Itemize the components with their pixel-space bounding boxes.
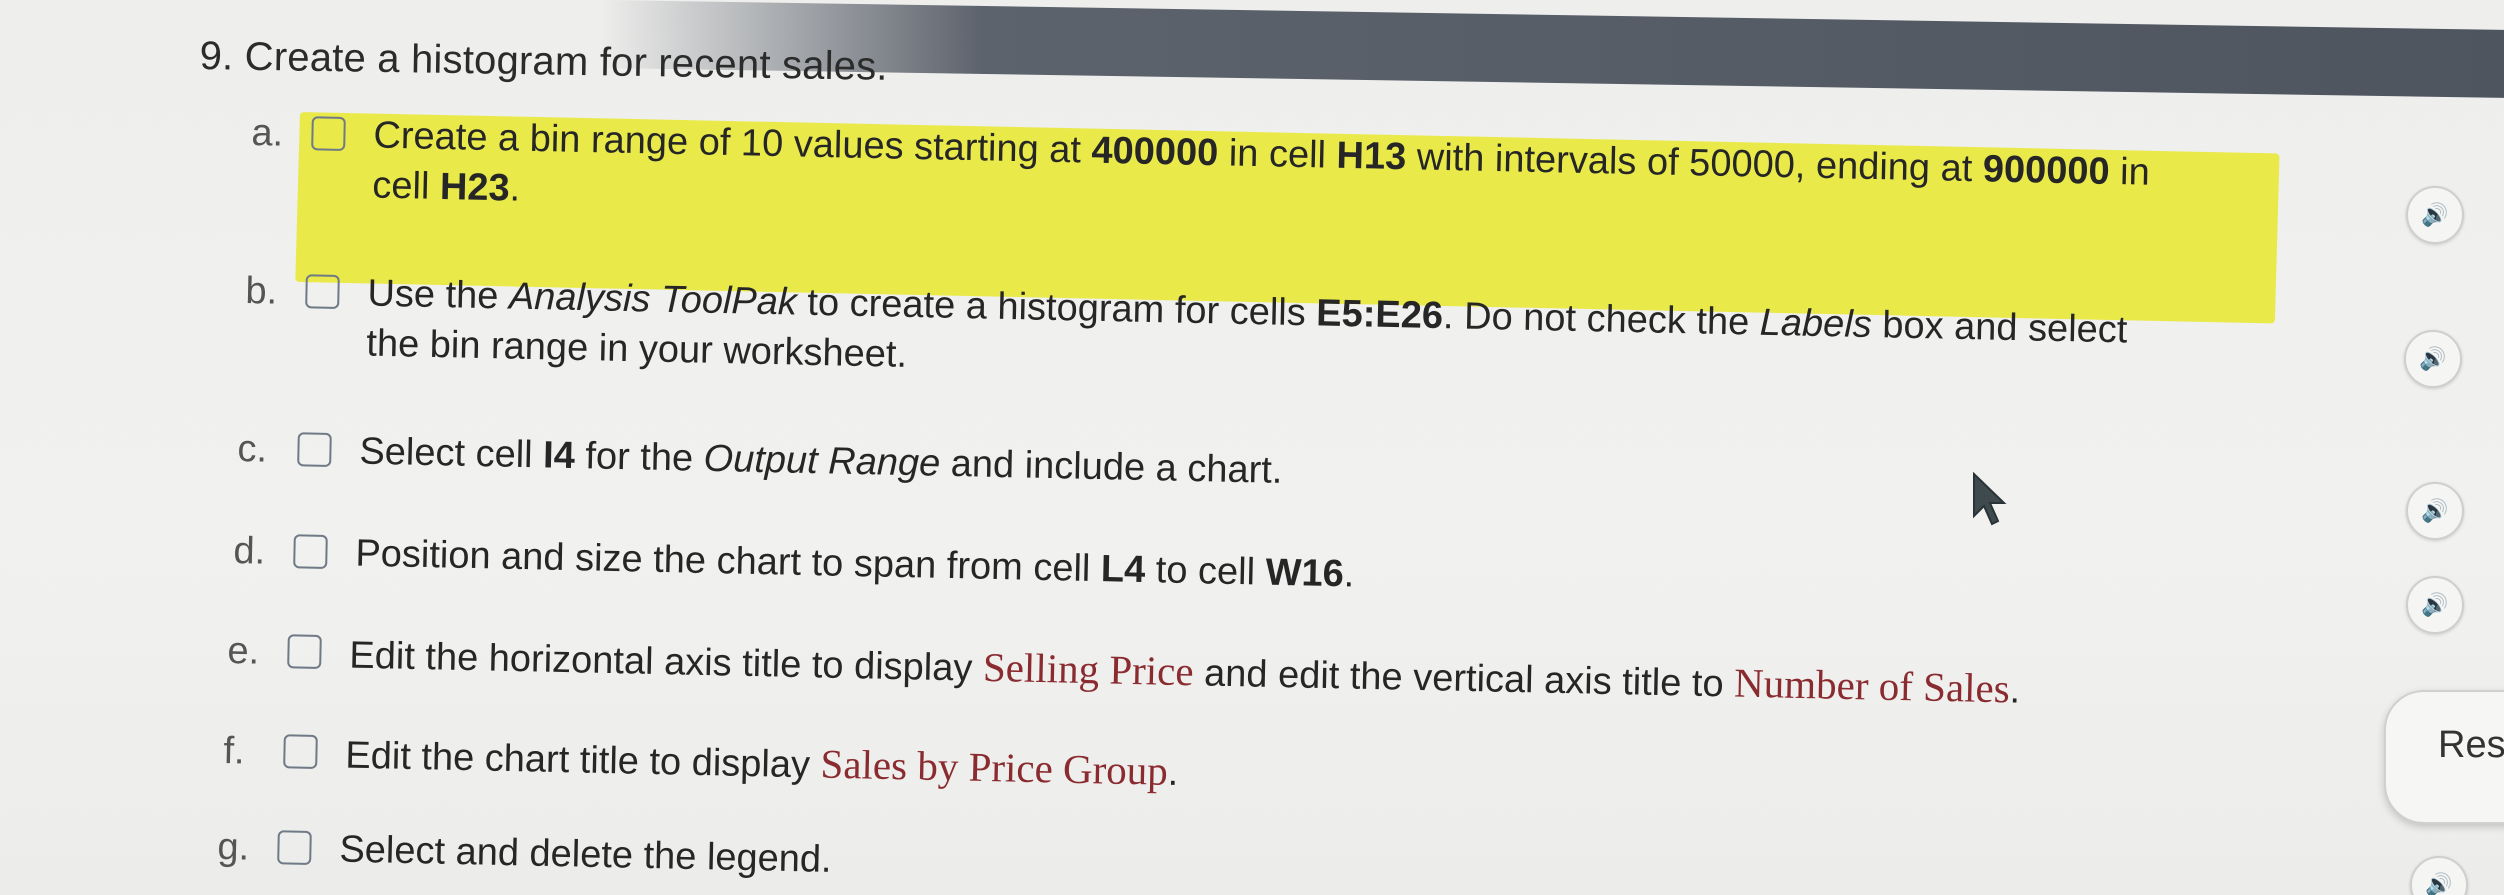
step-letter: g. [217, 825, 250, 869]
step-text-segment: . [1343, 553, 1355, 596]
step-checkbox[interactable] [287, 634, 322, 669]
step-text: Edit the chart title to display Sales by… [345, 729, 1179, 798]
step-checkbox[interactable] [283, 734, 318, 769]
audio-button[interactable]: 🔊 [2404, 330, 2462, 388]
step-text-segment: to create a histogram for cells [796, 281, 1317, 335]
resources-button-label: Res [2438, 724, 2504, 766]
step-text-segment: Position and size the chart to span from… [355, 532, 1102, 591]
bold-reference: 900000 [1982, 148, 2111, 193]
step-text-segment: in cell [1217, 132, 1337, 177]
bold-reference: I4 [542, 434, 576, 478]
step-checkbox[interactable] [277, 830, 312, 865]
bold-reference: 400000 [1091, 129, 1219, 175]
step-text-segment: with intervals of 50000, ending at [1405, 136, 1984, 191]
bold-reference: H13 [1336, 134, 1407, 179]
step-letter: b. [245, 269, 278, 313]
step-text-segment: the bin range in your worksheet. [365, 322, 908, 376]
typed-value: Number of Sales [1733, 659, 2011, 712]
speaker-icon: 🔊 [2421, 498, 2449, 523]
step-text-segment: . [2009, 669, 2021, 712]
italic-term: Labels [1759, 301, 1873, 347]
italic-term: Output Range [703, 437, 941, 485]
speaker-icon: 🔊 [2421, 592, 2449, 617]
step-letter: d. [233, 529, 266, 573]
speaker-icon: 🔊 [2421, 202, 2449, 227]
bold-reference: E5:E26 [1315, 292, 1444, 338]
screen: 9. Create a histogram for recent sales. … [0, 0, 2504, 895]
step-text: Position and size the chart to span from… [355, 529, 1355, 600]
step-checkbox[interactable] [311, 116, 346, 151]
question-title: 9. Create a histogram for recent sales. [199, 34, 888, 90]
step-text: Edit the horizontal axis title to displa… [349, 629, 2021, 716]
speaker-icon: 🔊 [2425, 872, 2453, 895]
step-text-segment: . Do not check the [1442, 295, 1761, 344]
typed-value: Sales by Price Group [820, 740, 1169, 794]
question-title-text: Create a histogram for recent sales. [244, 34, 889, 89]
step-letter: f. [223, 729, 246, 773]
step-letter: c. [237, 427, 268, 471]
audio-button[interactable]: 🔊 [2406, 576, 2464, 634]
step-text-segment: Select cell [359, 430, 544, 477]
bold-reference: W16 [1265, 551, 1345, 596]
speaker-icon: 🔊 [2419, 346, 2447, 371]
audio-button[interactable]: 🔊 [2410, 856, 2468, 895]
italic-term: Analysis ToolPak [508, 275, 798, 324]
bold-reference: H23 [439, 165, 511, 210]
step-text: Select and delete the legend. [339, 825, 832, 885]
step-text-segment: in [2109, 150, 2151, 194]
step-text: Select cell I4 for the Output Range and … [359, 427, 1283, 496]
step-letter: a. [251, 111, 284, 155]
step-checkbox[interactable] [305, 274, 340, 309]
step-letter: e. [227, 629, 260, 673]
step-text-segment: to cell [1144, 549, 1267, 594]
step-text-segment: and edit the vertical axis title to [1193, 652, 1735, 706]
step-text-segment: and include a chart. [939, 442, 1283, 492]
audio-button[interactable]: 🔊 [2406, 186, 2464, 244]
mouse-pointer-icon [1973, 472, 2007, 526]
bold-reference: L4 [1100, 548, 1146, 592]
step-text-segment: Edit the chart title to display [344, 734, 821, 787]
audio-button[interactable]: 🔊 [2406, 482, 2464, 540]
step-text-segment: Select and delete the legend. [339, 828, 833, 881]
step-checkbox[interactable] [297, 432, 332, 467]
step-text-segment: cell [371, 164, 441, 208]
step-text-segment: for the [574, 435, 705, 480]
step-text-segment: . [1167, 751, 1179, 794]
step-text-segment: . [509, 167, 521, 210]
question-number: 9. [199, 34, 234, 79]
step-text-segment: box and select [1871, 304, 2128, 352]
step-text-segment: Use the [367, 272, 510, 318]
step-text-segment: Edit the horizontal axis title to displa… [348, 634, 984, 690]
step-checkbox[interactable] [293, 534, 328, 569]
step-text-segment: Create a bin range of 10 values starting… [373, 114, 1092, 172]
typed-value: Selling Price [982, 643, 1195, 695]
resources-button[interactable]: Res [2384, 690, 2504, 824]
